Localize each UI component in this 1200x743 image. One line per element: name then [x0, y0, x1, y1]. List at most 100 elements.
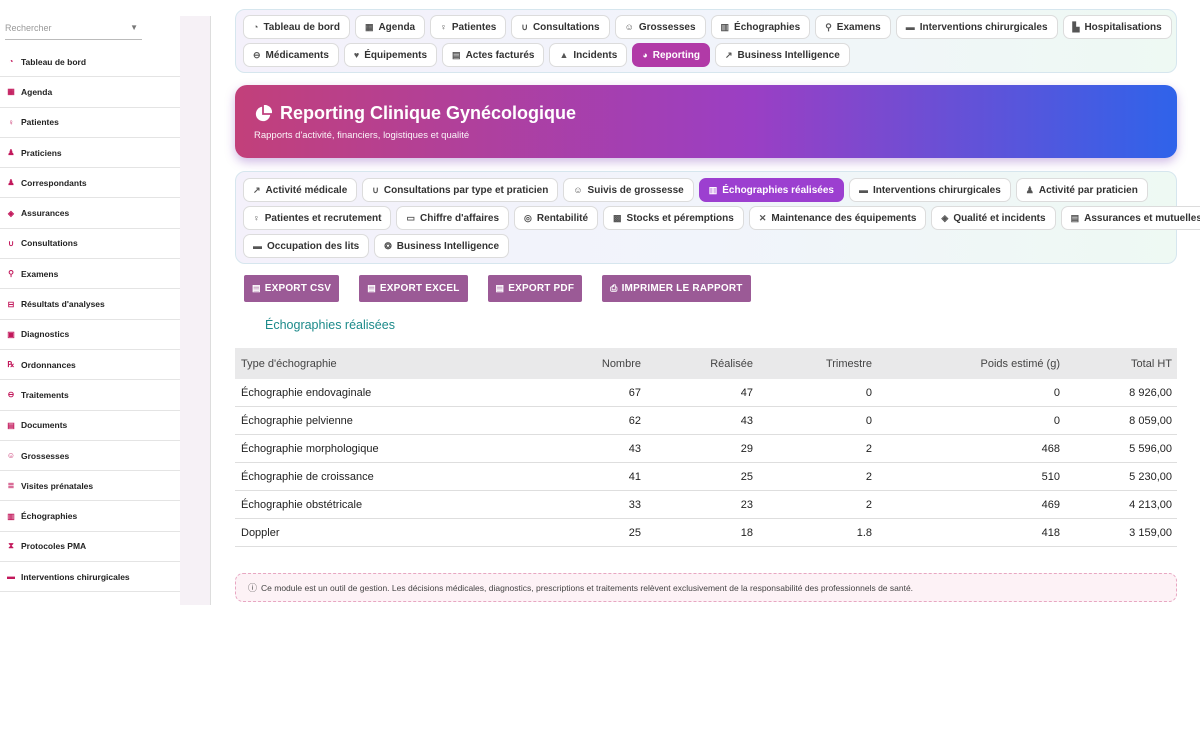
export-pdf-button[interactable]: ▤ EXPORT PDF	[487, 275, 583, 302]
sidebar-item[interactable]: ∪ Consultations	[0, 229, 180, 260]
report-nav-row-1: ↗ Activité médicale ∪ Consultations par typ…	[243, 178, 1169, 202]
export-excel-button[interactable]: ▤ EXPORT EXCEL	[359, 275, 468, 302]
sidebar-item[interactable]: ⚲ Examens	[0, 259, 180, 290]
sidebar-item[interactable]: ☺ Grossesses	[0, 441, 180, 472]
sidebar-item[interactable]: ▬ Interventions chirurgicales	[0, 562, 180, 593]
sidebar-item[interactable]: ◔ Tableau de bord	[0, 47, 180, 78]
report-tab-activité-par-praticien[interactable]: ♟ Activité par praticien	[1015, 178, 1148, 202]
tab-médicaments[interactable]: ⊖ Médicaments	[243, 43, 339, 67]
sidebar-item[interactable]: ◈ Assurances	[0, 198, 180, 229]
tab-incidents[interactable]: ▲ Incidents	[549, 43, 628, 67]
sidebar-item[interactable]: ▥ Échographies	[0, 501, 180, 532]
sidebar-item[interactable]: ♀ Patientes	[0, 108, 180, 138]
report-tab-business-intelligence[interactable]: ❂ Business Intelligence	[374, 234, 510, 258]
tab-examens[interactable]: ⚲ Examens	[815, 15, 891, 39]
table-cell: 5 230,00	[1129, 470, 1172, 483]
tab-reporting[interactable]: ◕ Reporting	[632, 43, 710, 67]
report-tab-rentabilité[interactable]: ◎ Rentabilité	[514, 206, 599, 230]
sidebar-item[interactable]: ≣ Visites prénatales	[0, 471, 180, 502]
report-tab-occupation-des-lits[interactable]: ▬ Occupation des lits	[243, 234, 370, 258]
sidebar-item[interactable]: ▦ Agenda	[0, 77, 180, 108]
page-title: Reporting Clinique Gynécologique	[254, 103, 576, 124]
tab-label: Reporting	[652, 49, 700, 61]
sidebar-item[interactable]: ⊖ Traitements	[0, 380, 180, 411]
search-select[interactable]: Rechercher ▼	[5, 20, 142, 40]
export-toolbar: ▤ EXPORT CSV ▤ EXPORT EXCEL ▤ EXPORT PDF…	[244, 275, 751, 302]
report-tab-activité-médicale[interactable]: ↗ Activité médicale	[243, 178, 358, 202]
sidebar-item-label: Échographies	[21, 511, 78, 522]
table-cell: 469	[1041, 498, 1060, 511]
column-header[interactable]: Trimestre	[753, 358, 872, 370]
warning-icon: ▲	[559, 50, 569, 60]
tab-business-intelligence[interactable]: ↗ Business Intelligence	[714, 43, 850, 67]
tab-interventions-chirurgicales[interactable]: ▬ Interventions chirurgicales	[895, 15, 1058, 39]
tab-label: Actes facturés	[465, 49, 535, 61]
tab-tableau-de-bord[interactable]: ◔ Tableau de bord	[243, 15, 350, 39]
export-csv-button[interactable]: ▤ EXPORT CSV	[244, 275, 340, 302]
report-tab-label: Suivis de grossesse	[587, 184, 684, 196]
calendar-icon: ▦	[364, 21, 374, 32]
report-tab-consultations-par-type-et-praticien[interactable]: ∪ Consultations par type et praticien	[362, 178, 559, 202]
table-cell: Doppler	[241, 526, 280, 539]
print-report-button[interactable]: ⎙ IMPRIMER LE RAPPORT	[602, 275, 751, 302]
table-body: Échographie endovaginale 67 47 0 0 8 926,00 Éc…	[235, 379, 1177, 547]
tab-échographies[interactable]: ▥ Échographies	[710, 15, 811, 39]
bed-icon: ▬	[7, 572, 15, 582]
tab-patientes[interactable]: ♀ Patientes	[430, 15, 507, 39]
report-tab-chiffre-d-affaires[interactable]: ▭ Chiffre d'affaires	[396, 206, 510, 230]
tab-actes-facturés[interactable]: ▤ Actes facturés	[442, 43, 545, 67]
user-doctor-icon: ♟	[7, 148, 15, 158]
pie-chart-icon: ◕	[642, 50, 648, 60]
sidebar-item-label: Ordonnances	[21, 359, 76, 370]
table-cell: 33	[628, 498, 641, 511]
column-header[interactable]: Total HT	[1060, 358, 1172, 370]
top-navigation: ◔ Tableau de bord ▦ Agenda ♀ Patientes ∪ Consul…	[235, 9, 1177, 73]
hospital-icon: ▙	[1072, 21, 1080, 32]
column-header[interactable]: Nombre	[497, 358, 641, 370]
tab-agenda[interactable]: ▦ Agenda	[354, 15, 426, 39]
page-title-text: Reporting Clinique Gynécologique	[280, 103, 577, 123]
sidebar-item[interactable]: ⊟ Résultats d'analyses	[0, 289, 180, 320]
clipboard-icon: ▣	[7, 329, 15, 339]
tab-hospitalisations[interactable]: ▙ Hospitalisations	[1062, 15, 1172, 39]
page-subtitle: Rapports d'activité, financiers, logisti…	[254, 130, 470, 141]
export-excel-label: EXPORT EXCEL	[379, 283, 460, 294]
report-tab-patientes-et-recrutement[interactable]: ♀ Patientes et recrutement	[243, 206, 392, 230]
sidebar-item[interactable]: ℞ Ordonnances	[0, 350, 180, 381]
dashboard-icon: ◔	[253, 22, 259, 32]
disclaimer-text: Ce module est un outil de gestion. Les d…	[261, 582, 914, 593]
sidebar-item-label: Tableau de bord	[21, 56, 87, 67]
brain-icon: ❂	[384, 240, 392, 251]
sidebar-item[interactable]: ▣ Diagnostics	[0, 320, 180, 350]
column-header[interactable]: Réalisée	[641, 358, 753, 370]
report-tab-qualité-et-incidents[interactable]: ◈ Qualité et incidents	[931, 206, 1056, 230]
table-cell: Échographie morphologique	[241, 442, 379, 455]
report-tab-assurances-et-mutuelles[interactable]: ▤ Assurances et mutuelles	[1060, 206, 1200, 230]
column-header[interactable]: Poids estimé (g)	[872, 358, 1060, 370]
ultrasound-icon: ▥	[7, 511, 15, 521]
sidebar-item-label: Assurances	[21, 208, 70, 219]
sidebar-item-label: Documents	[21, 420, 68, 431]
sidebar-item[interactable]: ♟ Correspondants	[0, 168, 180, 199]
tab-grossesses[interactable]: ☺ Grossesses	[614, 15, 706, 39]
sidebar-item-label: Agenda	[21, 86, 53, 97]
tab-label: Incidents	[573, 49, 618, 61]
bed-icon: ▬	[858, 185, 868, 195]
female-icon: ♀	[253, 213, 260, 223]
table-cell: 0	[1053, 386, 1060, 399]
report-tab-label: Activité médicale	[265, 184, 348, 196]
sidebar-item[interactable]: ⧗ Protocoles PMA	[0, 532, 180, 563]
report-tab-échographies-réalisées[interactable]: ▥ Échographies réalisées	[698, 178, 844, 202]
report-title: Échographies réalisées	[265, 318, 395, 332]
disclaimer-box: ⓘ Ce module est un outil de gestion. Les…	[235, 573, 1177, 602]
sidebar-item[interactable]: ♟ Praticiens	[0, 138, 180, 169]
tab-consultations[interactable]: ∪ Consultations	[511, 15, 610, 39]
report-tab-suivis-de-grossesse[interactable]: ☺ Suivis de grossesse	[563, 178, 694, 202]
column-header[interactable]: Type d'échographie	[235, 358, 497, 370]
tab-équipements[interactable]: ♥ Équipements	[343, 43, 438, 67]
sidebar-item[interactable]: ▤ Documents	[0, 411, 180, 441]
report-tab-interventions-chirurgicales[interactable]: ▬ Interventions chirurgicales	[848, 178, 1011, 202]
report-tab-maintenance-des-équipements[interactable]: ✕ Maintenance des équipements	[748, 206, 927, 230]
report-tab-label: Business Intelligence	[396, 240, 500, 252]
report-tab-stocks-et-péremptions[interactable]: ▩ Stocks et péremptions	[603, 206, 744, 230]
